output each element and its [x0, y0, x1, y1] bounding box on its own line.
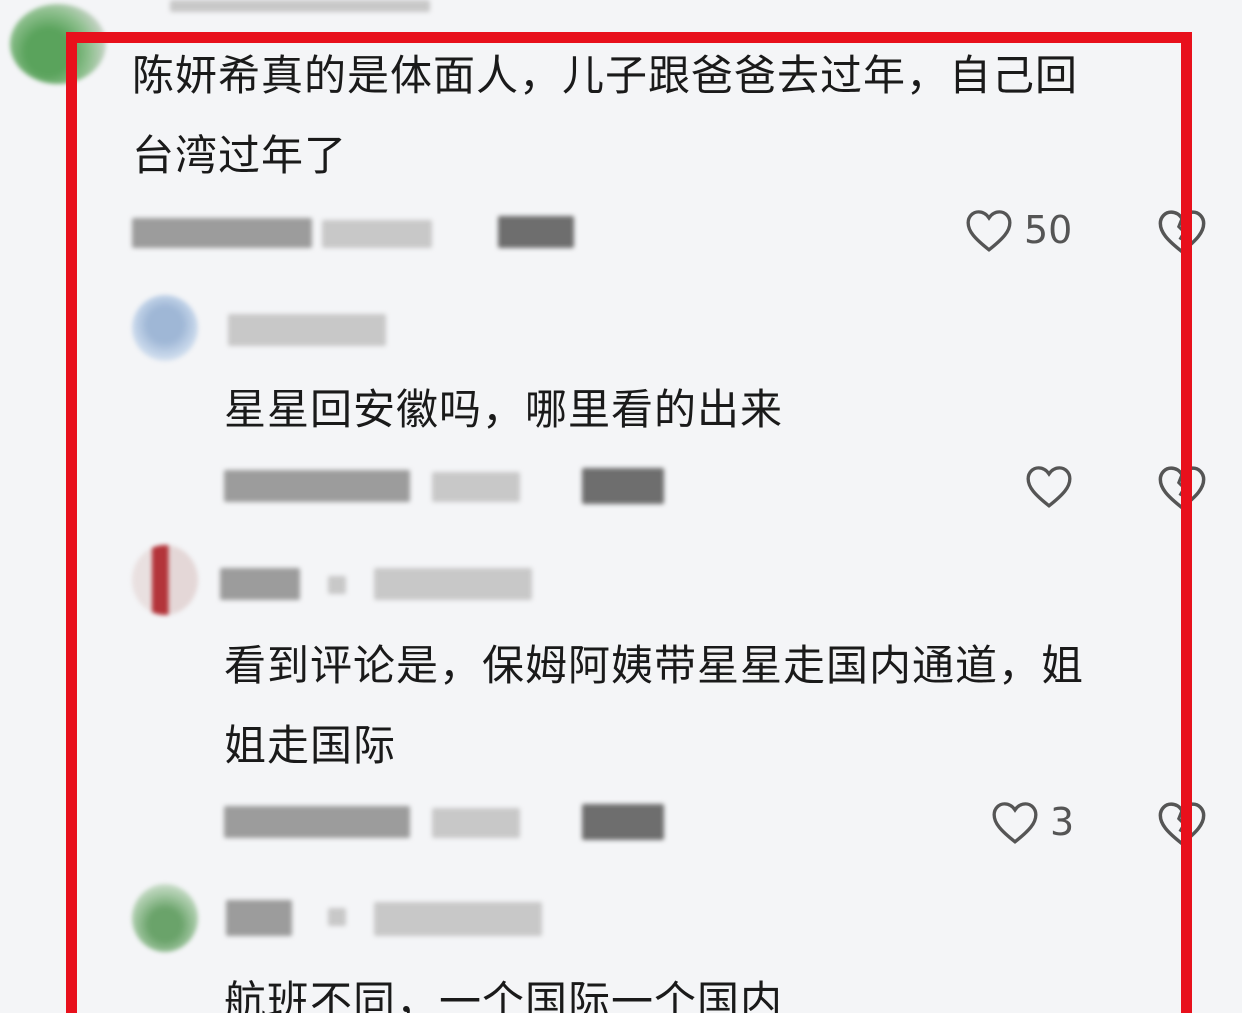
like-button[interactable]: 3 [990, 798, 1074, 846]
reply-button-blurred[interactable] [498, 216, 574, 248]
dislike-button[interactable] [1156, 206, 1208, 260]
avatar[interactable] [132, 295, 198, 361]
avatar[interactable] [132, 545, 198, 615]
reply-meta-blurred [224, 470, 410, 502]
reply-meta-blurred [432, 472, 520, 502]
reply-text: 星星回安徽吗，哪里看的出来 [224, 385, 784, 434]
username-blurred[interactable] [228, 314, 386, 346]
comment-text: 陈妍希真的是体面人，儿子跟爸爸去过年，自己回 [132, 51, 1079, 100]
reply-text: 看到评论是，保姆阿姨带星星走国内通道，姐 [224, 641, 1085, 690]
heart-outline-icon [1026, 466, 1072, 508]
dislike-button[interactable] [1156, 798, 1208, 852]
comment-meta-blurred [132, 218, 312, 248]
broken-heart-icon [1158, 802, 1206, 846]
reply-button-blurred[interactable] [582, 804, 664, 840]
comment-meta-blurred [322, 220, 432, 248]
username-blurred[interactable] [226, 900, 292, 936]
comment-thread: 陈妍希真的是体面人，儿子跟爸爸去过年，自己回 台湾过年了 50 星星回安徽吗，哪… [0, 0, 1242, 1013]
reply-text-continued: 姐走国际 [224, 721, 397, 770]
avatar[interactable] [10, 4, 106, 84]
reply-target-blurred[interactable] [374, 568, 532, 600]
like-button[interactable] [1024, 462, 1074, 510]
broken-heart-icon [1158, 466, 1206, 510]
reply-text: 航班不同，一个国际一个国内 [224, 977, 784, 1013]
reply-meta-blurred [432, 808, 520, 838]
like-count: 50 [1024, 208, 1073, 252]
reply-target-blurred[interactable] [374, 902, 542, 936]
reply-button-blurred[interactable] [582, 468, 664, 504]
username-blurred[interactable] [220, 568, 300, 600]
username-blurred [170, 0, 430, 12]
reply-arrow-blurred [328, 576, 346, 594]
reply-arrow-blurred [328, 908, 346, 926]
like-count: 3 [1050, 800, 1075, 844]
like-button[interactable]: 50 [964, 206, 1072, 254]
avatar[interactable] [132, 884, 198, 952]
dislike-button[interactable] [1156, 462, 1208, 516]
heart-outline-icon [992, 802, 1038, 844]
broken-heart-icon [1158, 210, 1206, 254]
heart-outline-icon [966, 210, 1012, 252]
reply-meta-blurred [224, 806, 410, 838]
comment-text-continued: 台湾过年了 [132, 131, 348, 180]
